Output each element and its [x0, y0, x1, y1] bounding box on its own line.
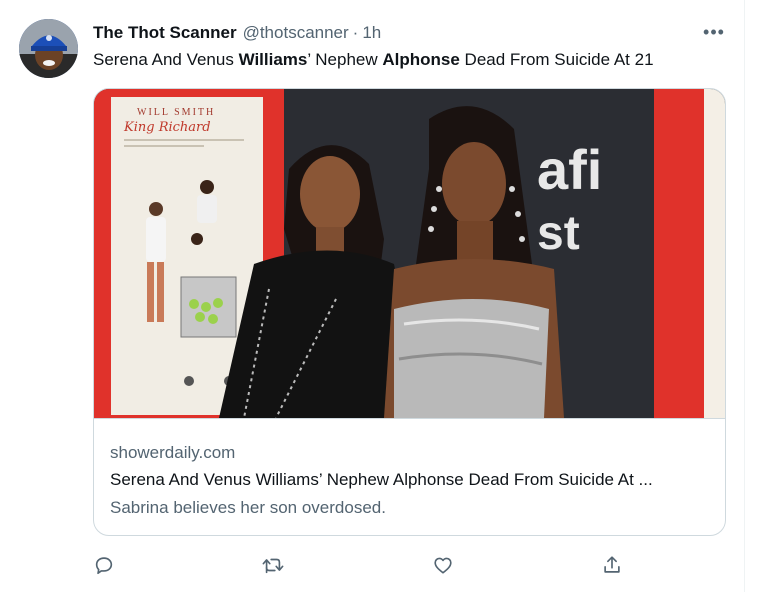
card-divider — [94, 418, 725, 419]
tweet-actions — [0, 552, 765, 578]
poster-top-text: WILL SMITH — [137, 107, 215, 118]
more-icon: ••• — [703, 21, 725, 42]
author-handle[interactable]: @thotscanner — [243, 23, 349, 43]
retweet-icon — [262, 558, 284, 574]
author-name[interactable]: The Thot Scanner — [93, 23, 237, 43]
poster-title-text: King Richard — [123, 120, 211, 135]
like-icon — [434, 557, 452, 574]
avatar-image — [19, 19, 78, 78]
share-button[interactable] — [599, 552, 625, 578]
link-card[interactable]: WILL SMITH King Richard afi st showerdai… — [93, 88, 726, 536]
tweet-text-part: Serena And Venus — [93, 50, 239, 69]
tweet-header: The Thot Scanner @thotscanner · 1h — [93, 21, 693, 45]
more-options-button[interactable]: ••• — [700, 18, 728, 46]
backdrop-text: afi — [537, 138, 602, 201]
retweet-button[interactable] — [260, 552, 286, 578]
card-title: Serena And Venus Williams’ Nephew Alphon… — [110, 470, 653, 489]
share-icon — [604, 556, 620, 573]
tweet-text-part: Dead From Suicide At 21 — [459, 50, 654, 69]
tweet-time[interactable]: 1h — [362, 23, 381, 43]
card-image[interactable]: WILL SMITH King Richard afi st — [94, 89, 725, 418]
like-button[interactable] — [430, 552, 456, 578]
avatar[interactable] — [19, 19, 78, 78]
timeline-border — [744, 0, 745, 592]
tweet-text-part: ’ Nephew — [307, 50, 383, 69]
backdrop-text-2: st — [537, 207, 580, 260]
reply-icon — [95, 557, 113, 575]
reply-button[interactable] — [91, 552, 117, 578]
tweet-text: Serena And Venus Williams’ Nephew Alphon… — [93, 48, 733, 72]
tweet-text-bold: Williams — [238, 50, 308, 69]
card-description: Sabrina believes her son overdosed. — [110, 498, 386, 517]
header-separator: · — [352, 23, 359, 42]
tweet-text-bold: Alphonse — [382, 50, 460, 69]
card-domain: showerdaily.com — [110, 443, 236, 462]
